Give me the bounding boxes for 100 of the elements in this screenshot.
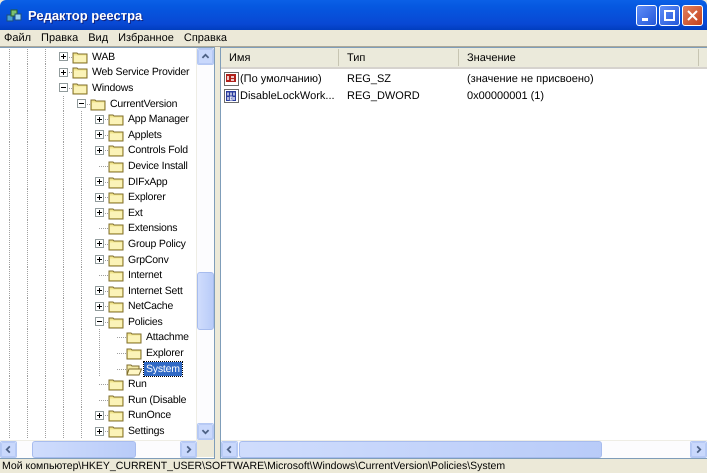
scroll-right-arrow[interactable]	[180, 441, 197, 458]
vertical-scrollbar[interactable]	[196, 48, 214, 440]
folder-icon	[108, 377, 124, 392]
binary-value-icon	[224, 88, 239, 102]
folder-icon	[72, 50, 88, 64]
scroll-thumb[interactable]	[239, 441, 602, 458]
scroll-left-arrow[interactable]	[0, 441, 17, 458]
folder-icon	[108, 252, 124, 267]
folder-icon	[108, 158, 124, 173]
menu-item[interactable]: Справка	[180, 32, 234, 44]
tree-item[interactable]: Explorer	[126, 190, 168, 204]
expand-icon[interactable]	[94, 192, 104, 202]
expand-icon[interactable]	[94, 114, 104, 124]
tree-item[interactable]: Ext	[126, 206, 145, 220]
horizontal-scrollbar[interactable]	[0, 440, 197, 458]
open-folder-icon	[126, 362, 142, 376]
folder-icon	[108, 424, 124, 438]
expand-icon[interactable]	[94, 130, 104, 140]
tree-item[interactable]: Run	[126, 377, 149, 392]
value-data: 0x00000001 (1)	[466, 90, 544, 102]
folder-icon	[108, 112, 124, 126]
tree-item[interactable]: RunOnce	[126, 408, 173, 422]
tree-item[interactable]: App Manager	[126, 112, 191, 126]
app-icon	[6, 7, 22, 23]
menu-item[interactable]: Вид	[84, 32, 114, 44]
scroll-left-arrow[interactable]	[221, 441, 238, 458]
collapse-icon[interactable]	[94, 317, 104, 326]
menu-item[interactable]: Избранное	[114, 32, 180, 44]
tree-item[interactable]: Device Install	[126, 158, 190, 173]
scroll-down-arrow[interactable]	[197, 423, 214, 440]
expand-icon[interactable]	[58, 68, 68, 77]
folder-icon	[108, 392, 124, 407]
folder-icon	[108, 314, 124, 329]
folder-icon	[108, 221, 124, 236]
collapse-icon[interactable]	[76, 99, 86, 108]
tree-item[interactable]: Web Service Provider	[90, 65, 192, 80]
minimize-button[interactable]	[636, 4, 657, 26]
expand-icon[interactable]	[94, 255, 104, 264]
maximize-button[interactable]	[659, 4, 680, 26]
scroll-right-arrow[interactable]	[690, 441, 707, 458]
close-icon	[687, 10, 698, 20]
folder-icon	[126, 330, 142, 344]
tree-item[interactable]: Controls Fold	[126, 143, 190, 158]
tree-item[interactable]: Internet	[126, 268, 164, 282]
tree-item[interactable]: Extensions	[126, 221, 180, 236]
expand-icon[interactable]	[94, 410, 104, 420]
tree-item[interactable]: Policies	[126, 314, 165, 329]
status-path: Мой компьютер\HKEY_CURRENT_USER\SOFTWARE\Microsoft\Windows\CurrentVersion\Policies\System	[2, 460, 506, 472]
expand-icon[interactable]	[94, 302, 104, 311]
scroll-thumb[interactable]	[32, 441, 136, 458]
tree-item[interactable]: DIFxApp	[126, 174, 170, 189]
value-type: REG_DWORD	[346, 90, 421, 102]
tree-item[interactable]: Applets	[126, 128, 164, 142]
tree-item[interactable]: CurrentVersion	[108, 96, 180, 111]
folder-icon	[108, 143, 124, 158]
scroll-up-arrow[interactable]	[197, 48, 214, 65]
value-name[interactable]: DisableLockWork...	[240, 90, 335, 102]
maximize-icon	[664, 10, 675, 20]
expand-icon[interactable]	[94, 426, 104, 436]
expand-icon[interactable]	[94, 208, 104, 218]
column-header[interactable]: Имя	[221, 49, 339, 66]
expand-icon[interactable]	[58, 52, 68, 62]
menu-item[interactable]: Файл	[0, 32, 38, 44]
tree-item[interactable]: Attachme	[144, 330, 191, 344]
close-button[interactable]	[682, 4, 703, 26]
expand-icon[interactable]	[94, 177, 104, 186]
horizontal-scrollbar[interactable]	[221, 440, 707, 458]
tree-item[interactable]: Group Policy	[126, 236, 188, 251]
tree-item[interactable]: Settings	[126, 424, 166, 438]
tree-item[interactable]: System	[144, 362, 182, 376]
expand-icon[interactable]	[94, 239, 104, 248]
folder-icon	[108, 190, 124, 204]
scrollbar-corner	[197, 440, 214, 457]
tree-item[interactable]: NetCache	[126, 299, 176, 314]
tree-item[interactable]: GrpConv	[126, 252, 171, 267]
minimize-icon	[642, 18, 648, 20]
expand-icon[interactable]	[94, 286, 104, 296]
folder-icon	[108, 299, 124, 314]
tree-item[interactable]: Explorer	[144, 346, 186, 360]
scroll-thumb[interactable]	[197, 272, 214, 330]
collapse-icon[interactable]	[58, 83, 68, 92]
value-data: (значение не присвоено)	[466, 72, 594, 84]
folder-icon	[72, 65, 88, 80]
folder-icon	[90, 96, 106, 111]
tree-item[interactable]: Run (Disable	[126, 392, 188, 407]
value-name[interactable]: (По умолчанию)	[240, 72, 322, 84]
value-type: REG_SZ	[346, 72, 392, 84]
menu-item[interactable]: Правка	[37, 32, 84, 44]
folder-icon	[108, 284, 124, 298]
string-value-icon	[224, 72, 239, 86]
expand-icon[interactable]	[94, 146, 104, 155]
tree-item[interactable]: Windows	[90, 80, 136, 95]
folder-icon	[108, 174, 124, 189]
folder-icon	[72, 80, 88, 95]
tree-item[interactable]: Internet Sett	[126, 284, 185, 298]
window-title: Редактор реестра	[28, 8, 144, 22]
folder-icon	[108, 408, 124, 422]
tree-item[interactable]: WAB	[90, 50, 117, 64]
column-header[interactable]: Тип	[339, 49, 459, 66]
column-header[interactable]: Значение	[459, 49, 699, 66]
